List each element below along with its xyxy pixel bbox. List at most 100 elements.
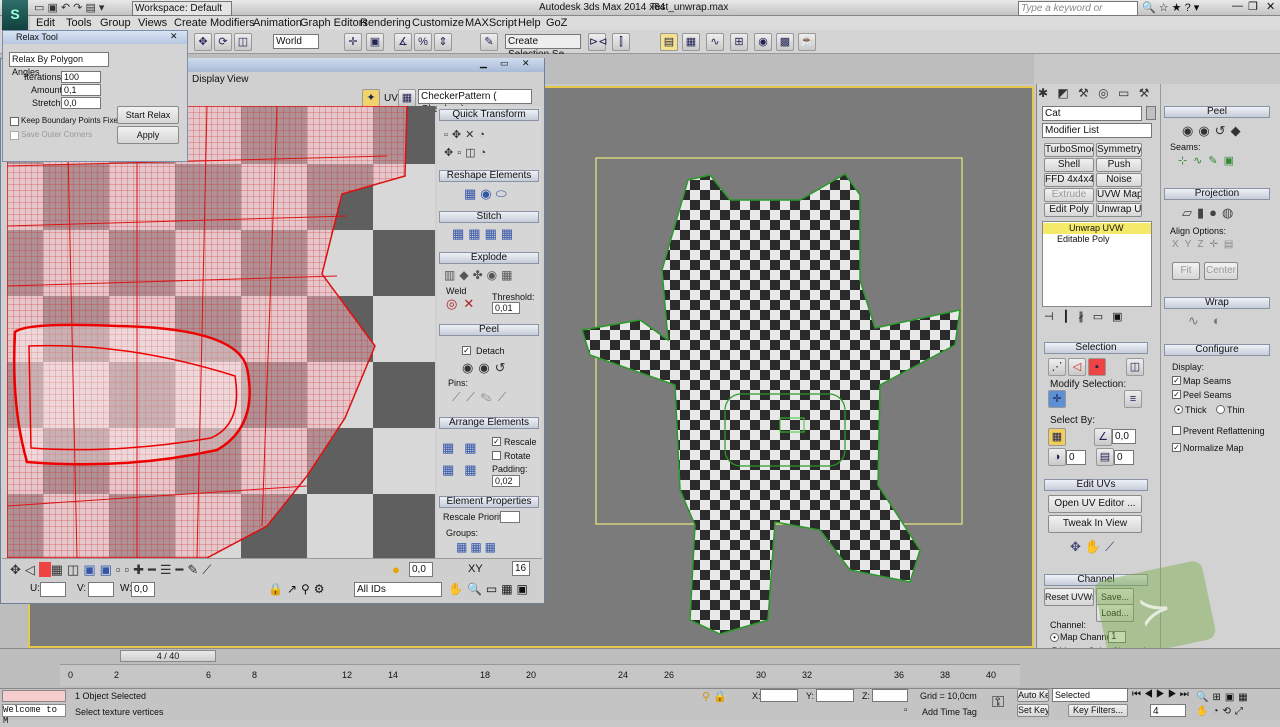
apply-button[interactable]: Apply <box>117 126 179 144</box>
iterations-field[interactable]: 100 <box>61 71 101 83</box>
rollout-peel-uv[interactable]: Peel <box>439 324 539 336</box>
element-select-icon[interactable]: ◫ <box>1126 358 1144 376</box>
relax-close-button[interactable]: ✕ <box>170 31 178 42</box>
push-button[interactable]: Push <box>1096 158 1142 172</box>
quick-transform-icons[interactable]: ▫✥✕◔ ✥▫◫◔ <box>444 126 538 162</box>
percent-snap-icon[interactable]: % <box>414 33 432 51</box>
turbosmooth-button[interactable]: TurboSmooth <box>1044 143 1094 157</box>
uv-count-field[interactable]: 16 <box>512 561 530 576</box>
soft-select-icon[interactable]: ● <box>392 562 400 577</box>
uv-angle-field[interactable]: 0,0 <box>409 562 433 577</box>
edit-poly-button[interactable]: Edit Poly <box>1044 203 1094 217</box>
uv-options-icon[interactable]: ✦ <box>362 89 380 107</box>
select-by-smg-icon[interactable]: ◑ <box>1048 448 1066 466</box>
rescale-priority-field[interactable] <box>500 511 520 523</box>
rescale-checkbox[interactable]: ✓ <box>492 437 501 446</box>
reset-uvws-button[interactable]: Reset UVWs <box>1044 588 1094 606</box>
menu-animation[interactable]: Animation <box>253 17 302 29</box>
arrange-icons[interactable]: ▦▦ ▦▦ <box>442 437 492 481</box>
minimize-button[interactable]: — <box>1232 0 1243 12</box>
render-icon[interactable]: ☕ <box>798 33 816 51</box>
v-field[interactable] <box>88 582 114 597</box>
quick-planar-icons[interactable]: ✥✋⟋ <box>1070 539 1118 555</box>
graphite-icon[interactable]: ▦ <box>682 33 700 51</box>
menu-group[interactable]: Group <box>100 17 131 29</box>
thin-radio[interactable] <box>1216 405 1225 414</box>
lock-selection-icon[interactable]: ⚲ 🔒 <box>702 690 727 703</box>
uv-minimize-button[interactable]: ▁ <box>480 58 487 69</box>
uv-maximize-button[interactable]: ▭ <box>500 58 509 69</box>
maximize-button[interactable]: ❐ <box>1248 0 1258 13</box>
edge-select-icon[interactable]: ◁ <box>1068 358 1086 376</box>
timeline-ruler[interactable] <box>60 664 1020 686</box>
save-corners-checkbox[interactable] <box>10 131 19 140</box>
peel-icons[interactable]: ◉◉↺◆ <box>1182 123 1246 139</box>
select-by-matid-icon[interactable]: ▤ <box>1096 448 1114 466</box>
planar-angle-field[interactable]: 0,0 <box>1112 429 1136 444</box>
menu-views[interactable]: Views <box>138 17 167 29</box>
uvw-map-button[interactable]: UVW Map <box>1096 188 1142 202</box>
stack-tools-icons[interactable]: ⊣┃∦▭▣ <box>1044 310 1154 323</box>
mirror-icon[interactable]: ⊳⊲ <box>588 33 607 51</box>
prevent-reflattening-checkbox[interactable] <box>1172 426 1181 435</box>
scale-icon[interactable]: ◫ <box>234 33 252 51</box>
rollout-element-properties[interactable]: Element Properties <box>439 496 539 508</box>
close-button[interactable]: ✕ <box>1266 0 1275 13</box>
stretch-field[interactable]: 0,0 <box>61 97 101 109</box>
start-relax-button[interactable]: Start Relax <box>117 106 179 124</box>
search-input[interactable]: Type a keyword or phrase <box>1018 1 1138 27</box>
stitch-icons[interactable]: ▦▦▦▦ <box>452 226 517 242</box>
uv-menu-view[interactable]: View <box>227 74 249 85</box>
rollout-selection[interactable]: Selection <box>1044 342 1148 354</box>
object-name-field[interactable]: Cat <box>1042 106 1142 121</box>
uv-close-button[interactable]: ✕ <box>522 58 530 69</box>
angle-snap-icon[interactable]: ∡ <box>394 33 412 51</box>
uv-lock-icons[interactable]: 🔒↗⚲⚙ <box>268 582 329 596</box>
uv-menu-display[interactable]: Display <box>192 74 225 85</box>
w-field[interactable]: 0,0 <box>131 582 155 597</box>
workspace-select[interactable]: Workspace: Default <box>132 1 232 16</box>
schematic-icon[interactable]: ⊞ <box>730 33 748 51</box>
selection-set-select[interactable]: Create Selection Se <box>505 34 581 60</box>
align-axis-icons[interactable]: XYZ✛▤ <box>1172 239 1239 250</box>
seams-icons[interactable]: ⊹∿✎▣ <box>1178 154 1240 167</box>
z-field[interactable] <box>872 689 908 702</box>
smg-field[interactable]: 0 <box>1066 450 1086 465</box>
unwrap-uvw-button[interactable]: Unwrap UVW <box>1096 203 1142 217</box>
menu-edit[interactable]: Edit <box>36 17 55 29</box>
vertex-select-icon[interactable]: ⋰ <box>1048 358 1066 376</box>
grow-selection-icon[interactable]: ✛ <box>1048 390 1066 408</box>
rollout-explode[interactable]: Explode <box>439 252 539 264</box>
render-setup-icon[interactable]: ▩ <box>776 33 794 51</box>
shell-button[interactable]: Shell <box>1044 158 1094 172</box>
planar-angle-icon[interactable]: ∠ <box>1094 428 1112 446</box>
set-key-button[interactable]: Set Key <box>1017 704 1049 717</box>
modifier-list-select[interactable]: Modifier List <box>1042 123 1152 138</box>
auto-key-button[interactable]: Auto Key <box>1017 689 1049 702</box>
center-button[interactable]: Center <box>1204 262 1238 280</box>
menu-maxscript[interactable]: MAXScript <box>465 17 517 29</box>
menu-help[interactable]: Help <box>518 17 541 29</box>
select-move-icon[interactable]: ✥ <box>194 33 212 51</box>
key-mode-select[interactable]: Selected <box>1052 688 1128 702</box>
open-uv-editor-button[interactable]: Open UV Editor ... <box>1048 495 1142 513</box>
detach-checkbox[interactable]: ✓ <box>462 346 471 355</box>
welcome-field[interactable]: Welcome to M <box>2 704 66 726</box>
select-by-element-icon[interactable]: ▦ <box>1048 428 1066 446</box>
align-icon[interactable]: ⫿ <box>612 33 630 51</box>
playback-controls[interactable]: ⏮◀▶▶⏭ <box>1132 689 1192 700</box>
spinner-snap-icon[interactable]: ⇕ <box>434 33 452 51</box>
key-icon[interactable]: ⚿ <box>992 694 1004 712</box>
rollout-edit-uvs[interactable]: Edit UVs <box>1044 479 1148 491</box>
fit-button[interactable]: Fit <box>1172 262 1200 280</box>
add-time-tag[interactable]: Add Time Tag <box>922 707 977 717</box>
all-ids-select[interactable]: All IDs <box>354 582 442 597</box>
face-select-icon[interactable]: ▪ <box>1088 358 1106 376</box>
noise-button[interactable]: Noise <box>1096 173 1142 187</box>
ring-loop-icon[interactable]: ≡ <box>1124 390 1142 408</box>
rollout-peel[interactable]: Peel <box>1164 106 1270 118</box>
rollout-quick-transform[interactable]: Quick Transform <box>439 109 539 121</box>
projection-icons[interactable]: ▱▮●◍ <box>1182 205 1238 221</box>
explode-icons[interactable]: ▥◆✤◉▦ <box>444 268 516 282</box>
quick-access-icons[interactable]: ▭ ▣ ↶ ↷ ▤ ▾ <box>34 1 104 14</box>
